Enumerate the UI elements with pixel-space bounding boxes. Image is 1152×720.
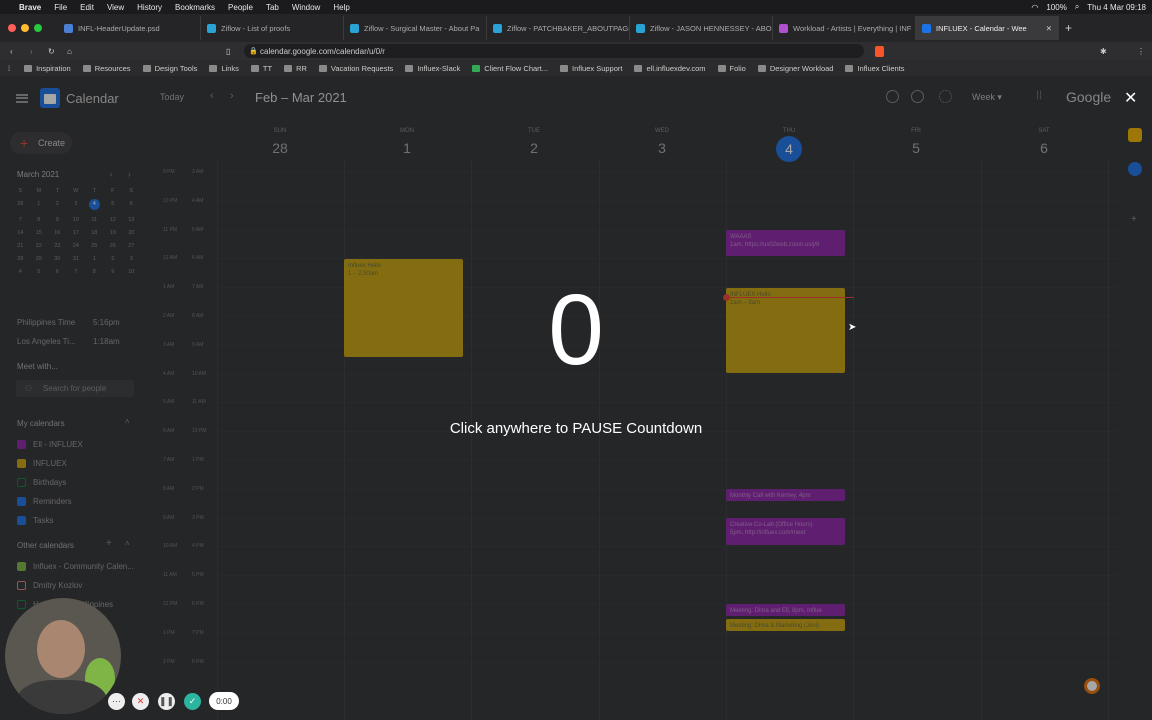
countdown-number[interactable]: 0 [476, 275, 676, 385]
ziflow-icon [350, 23, 359, 33]
pause-recording-button[interactable]: ❚❚ [158, 693, 175, 710]
bookmark-influex-slack[interactable]: Influex-Slack [405, 64, 460, 73]
folder-icon [24, 64, 33, 72]
google-calendar-icon [922, 23, 931, 33]
clickup-icon [779, 23, 788, 33]
tab-0[interactable]: INFL-HeaderUpdate.psd [58, 16, 201, 40]
new-tab-button[interactable]: + [1065, 21, 1072, 35]
folder-icon [845, 64, 854, 72]
wifi-icon[interactable]: ◠ [1031, 3, 1038, 12]
more-options-button[interactable]: ⋯ [108, 693, 125, 710]
globe-icon [634, 64, 643, 72]
forward-icon[interactable]: › [30, 47, 33, 56]
home-icon[interactable]: ⌂ [67, 47, 72, 56]
tab-2[interactable]: Ziflow - Surgical Master - About Pa [344, 16, 487, 40]
bookmark-tt[interactable]: TT [250, 64, 272, 73]
battery-label[interactable]: 100% [1046, 3, 1066, 12]
folder-icon [757, 64, 766, 72]
reload-icon[interactable]: ↻ [48, 47, 55, 56]
close-overlay-icon[interactable]: ✕ [1124, 88, 1137, 108]
person-head [37, 620, 85, 678]
zoom-window-button[interactable] [34, 24, 42, 32]
slack-icon [405, 64, 414, 72]
bookmark-influex-support[interactable]: Influex Support [560, 64, 622, 73]
tt-icon [250, 64, 259, 72]
bookmark-rr[interactable]: RR [284, 64, 307, 73]
menu-tab[interactable]: Tab [266, 3, 279, 12]
url-text: calendar.google.com/calendar/u/0/r [260, 46, 385, 56]
folio-icon [717, 64, 726, 72]
tab-1[interactable]: Ziflow - List of proofs [201, 16, 344, 40]
macos-menubar: Brave File Edit View History Bookmarks P… [0, 0, 1152, 14]
apps-icon[interactable]: ⁞ [8, 64, 10, 73]
webcam-bubble[interactable] [5, 598, 121, 714]
lock-icon: 🔒 [249, 48, 258, 55]
menu-bookmarks[interactable]: Bookmarks [175, 3, 215, 12]
ziflow-icon [207, 23, 216, 33]
countdown-overlay[interactable] [0, 76, 1152, 720]
folder-icon [209, 64, 218, 72]
photoshop-icon [64, 23, 73, 33]
menu-people[interactable]: People [228, 3, 253, 12]
tab-5[interactable]: Workload - Artists | Everything | INF [773, 16, 916, 40]
clock[interactable]: Thu 4 Mar 09:18 [1087, 3, 1146, 12]
address-bar: ‹ › ↻ ⌂ ▯ 🔒 calendar.google.com/calendar… [0, 42, 1152, 60]
finish-recording-button[interactable]: ✓ [184, 693, 201, 710]
bookmark-resources[interactable]: Resources [82, 64, 131, 73]
cancel-recording-button[interactable]: ✕ [132, 693, 149, 710]
folder-icon [82, 64, 91, 72]
ziflow-icon [493, 23, 502, 33]
bookmark-ell-influexdev[interactable]: ell.influexdev.com [634, 64, 706, 73]
bookmark-client-flow-chart[interactable]: Client Flow Chart... [472, 64, 548, 73]
search-icon[interactable]: ⌕ [1075, 2, 1079, 12]
folder-icon [142, 64, 151, 72]
menu-edit[interactable]: Edit [80, 3, 94, 12]
browser-tabbar: INFL-HeaderUpdate.psd Ziflow - List of p… [0, 14, 1152, 42]
support-icon [560, 64, 569, 72]
menu-file[interactable]: File [54, 3, 67, 12]
mouse-cursor: ➤ [848, 322, 857, 333]
bookmarks-bar: ⁞ Inspiration Resources Design Tools Lin… [0, 60, 1152, 76]
brave-shield-icon[interactable] [875, 45, 884, 57]
back-icon[interactable]: ‹ [10, 47, 13, 56]
bookmark-designer-workload[interactable]: Designer Workload [757, 64, 833, 73]
bookmark-icon[interactable]: ▯ [226, 47, 230, 56]
bookmark-folio[interactable]: Folio [717, 64, 746, 73]
menu-history[interactable]: History [137, 3, 162, 12]
menu-help[interactable]: Help [333, 3, 349, 12]
menu-app-name[interactable]: Brave [19, 3, 41, 12]
bookmark-vacation-requests[interactable]: Vacation Requests [318, 64, 393, 73]
pause-countdown-message[interactable]: Click anywhere to PAUSE Countdown [376, 420, 776, 437]
ziflow-icon [636, 23, 645, 33]
menu-view[interactable]: View [107, 3, 124, 12]
tab-6-active[interactable]: INFLUEX - Calendar - Wee ✕ [916, 16, 1059, 40]
folder-icon [318, 64, 327, 72]
recording-timer: 0:00 [209, 692, 239, 710]
menu-icon[interactable]: ⋮ [1137, 47, 1145, 56]
minimize-window-button[interactable] [21, 24, 29, 32]
sheets-icon [472, 64, 481, 72]
close-window-button[interactable] [8, 24, 16, 32]
bookmark-design-tools[interactable]: Design Tools [142, 64, 197, 73]
menu-window[interactable]: Window [292, 3, 320, 12]
bookmark-inspiration[interactable]: Inspiration [24, 64, 71, 73]
bookmark-influex-clients[interactable]: Influex Clients [845, 64, 905, 73]
person-body [17, 680, 107, 714]
rr-icon [284, 64, 293, 72]
close-tab-icon[interactable]: ✕ [1046, 24, 1052, 33]
extensions-icon[interactable]: ✱ [1100, 47, 1107, 56]
bookmark-links[interactable]: Links [209, 64, 239, 73]
tab-4[interactable]: Ziflow - JASON HENNESSEY - ABO [630, 16, 773, 40]
url-field[interactable]: 🔒 calendar.google.com/calendar/u/0/r [244, 44, 864, 58]
tab-3[interactable]: Ziflow - PATCHBAKER_ABOUTPAGE [487, 16, 630, 40]
